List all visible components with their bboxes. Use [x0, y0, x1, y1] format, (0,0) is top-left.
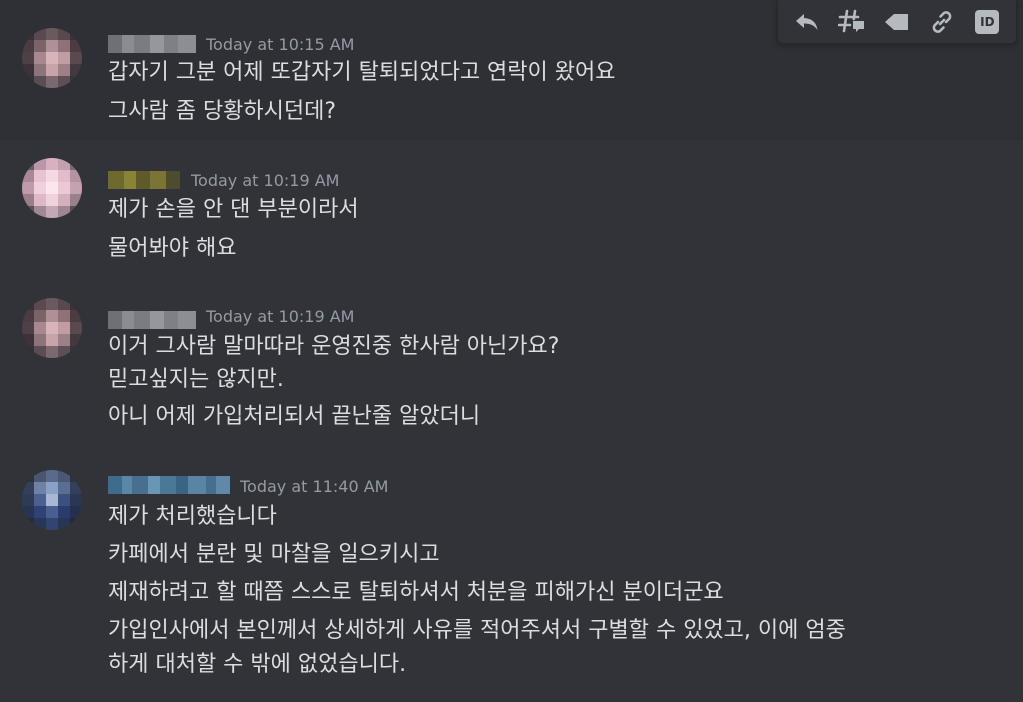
avatar[interactable]: [22, 470, 82, 530]
username[interactable]: [108, 35, 196, 53]
message-group[interactable]: Today at 11:40 AM 제가 처리했습니다 카페에서 분란 및 마찰…: [0, 450, 1023, 702]
reply-button[interactable]: [789, 4, 825, 40]
avatar[interactable]: [22, 158, 82, 218]
create-thread-button[interactable]: [834, 4, 870, 40]
message-group[interactable]: Today at 10:19 AM 이거 그사람 말마따라 운영진중 한사람 아…: [0, 280, 1023, 450]
message-text: 제가 손을 안 댄 부분이라서: [108, 197, 359, 222]
message-text: 이거 그사람 말마따라 운영진중 한사람 아닌가요?: [108, 334, 560, 359]
message-text: 믿고싶지는 않지만.: [108, 367, 284, 392]
copy-link-button[interactable]: [924, 4, 960, 40]
message-text: 갑자기 그분 어제 또갑자기 탈퇴되었다고 연락이 왔어요: [108, 60, 616, 85]
message-timestamp: Today at 10:15 AM: [206, 35, 355, 54]
create-thread-icon: [837, 9, 864, 32]
username[interactable]: [108, 476, 230, 494]
reply-icon: [795, 13, 818, 30]
message-group[interactable]: Today at 10:19 AM 제가 손을 안 댄 부분이라서 물어봐야 해…: [0, 140, 1023, 280]
copy-id-label: ID: [980, 14, 995, 29]
message-timestamp: Today at 10:19 AM: [191, 171, 340, 190]
message-text: 제가 처리했습니다: [108, 504, 277, 529]
message-text: 제재하려고 할 때쯤 스스로 탈퇴하셔서 처분을 피해가신 분이더군요: [108, 580, 724, 605]
message-text: 아니 어제 가입처리되서 끝난줄 알았더니: [108, 404, 481, 429]
avatar[interactable]: [22, 28, 82, 88]
avatar[interactable]: [22, 298, 82, 358]
message-timestamp: Today at 10:19 AM: [206, 307, 355, 326]
message-text: 카페에서 분란 및 마찰을 일으키시고: [108, 542, 440, 567]
message-text: 그사람 좀 당황하시던데?: [108, 99, 337, 124]
message-text: 가입인사에서 본인께서 상세하게 사유를 적어주셔서 구별할 수 있었고, 이에…: [108, 618, 846, 643]
message-actions-toolbar: ID: [777, 0, 1017, 44]
message-text: 물어봐야 해요: [108, 236, 237, 261]
copy-id-button[interactable]: ID: [969, 4, 1005, 40]
message-timestamp: Today at 11:40 AM: [240, 477, 389, 496]
mark-unread-button[interactable]: [879, 4, 915, 40]
chat-messages: Today at 10:15 AM 갑자기 그분 어제 또갑자기 탈퇴되었다고 …: [0, 0, 1023, 702]
copy-link-icon: [932, 10, 952, 33]
mark-unread-icon: [884, 13, 908, 30]
username[interactable]: [108, 311, 196, 329]
username[interactable]: [108, 171, 180, 189]
message-text: 하게 대처할 수 밖에 없었습니다.: [108, 652, 407, 677]
